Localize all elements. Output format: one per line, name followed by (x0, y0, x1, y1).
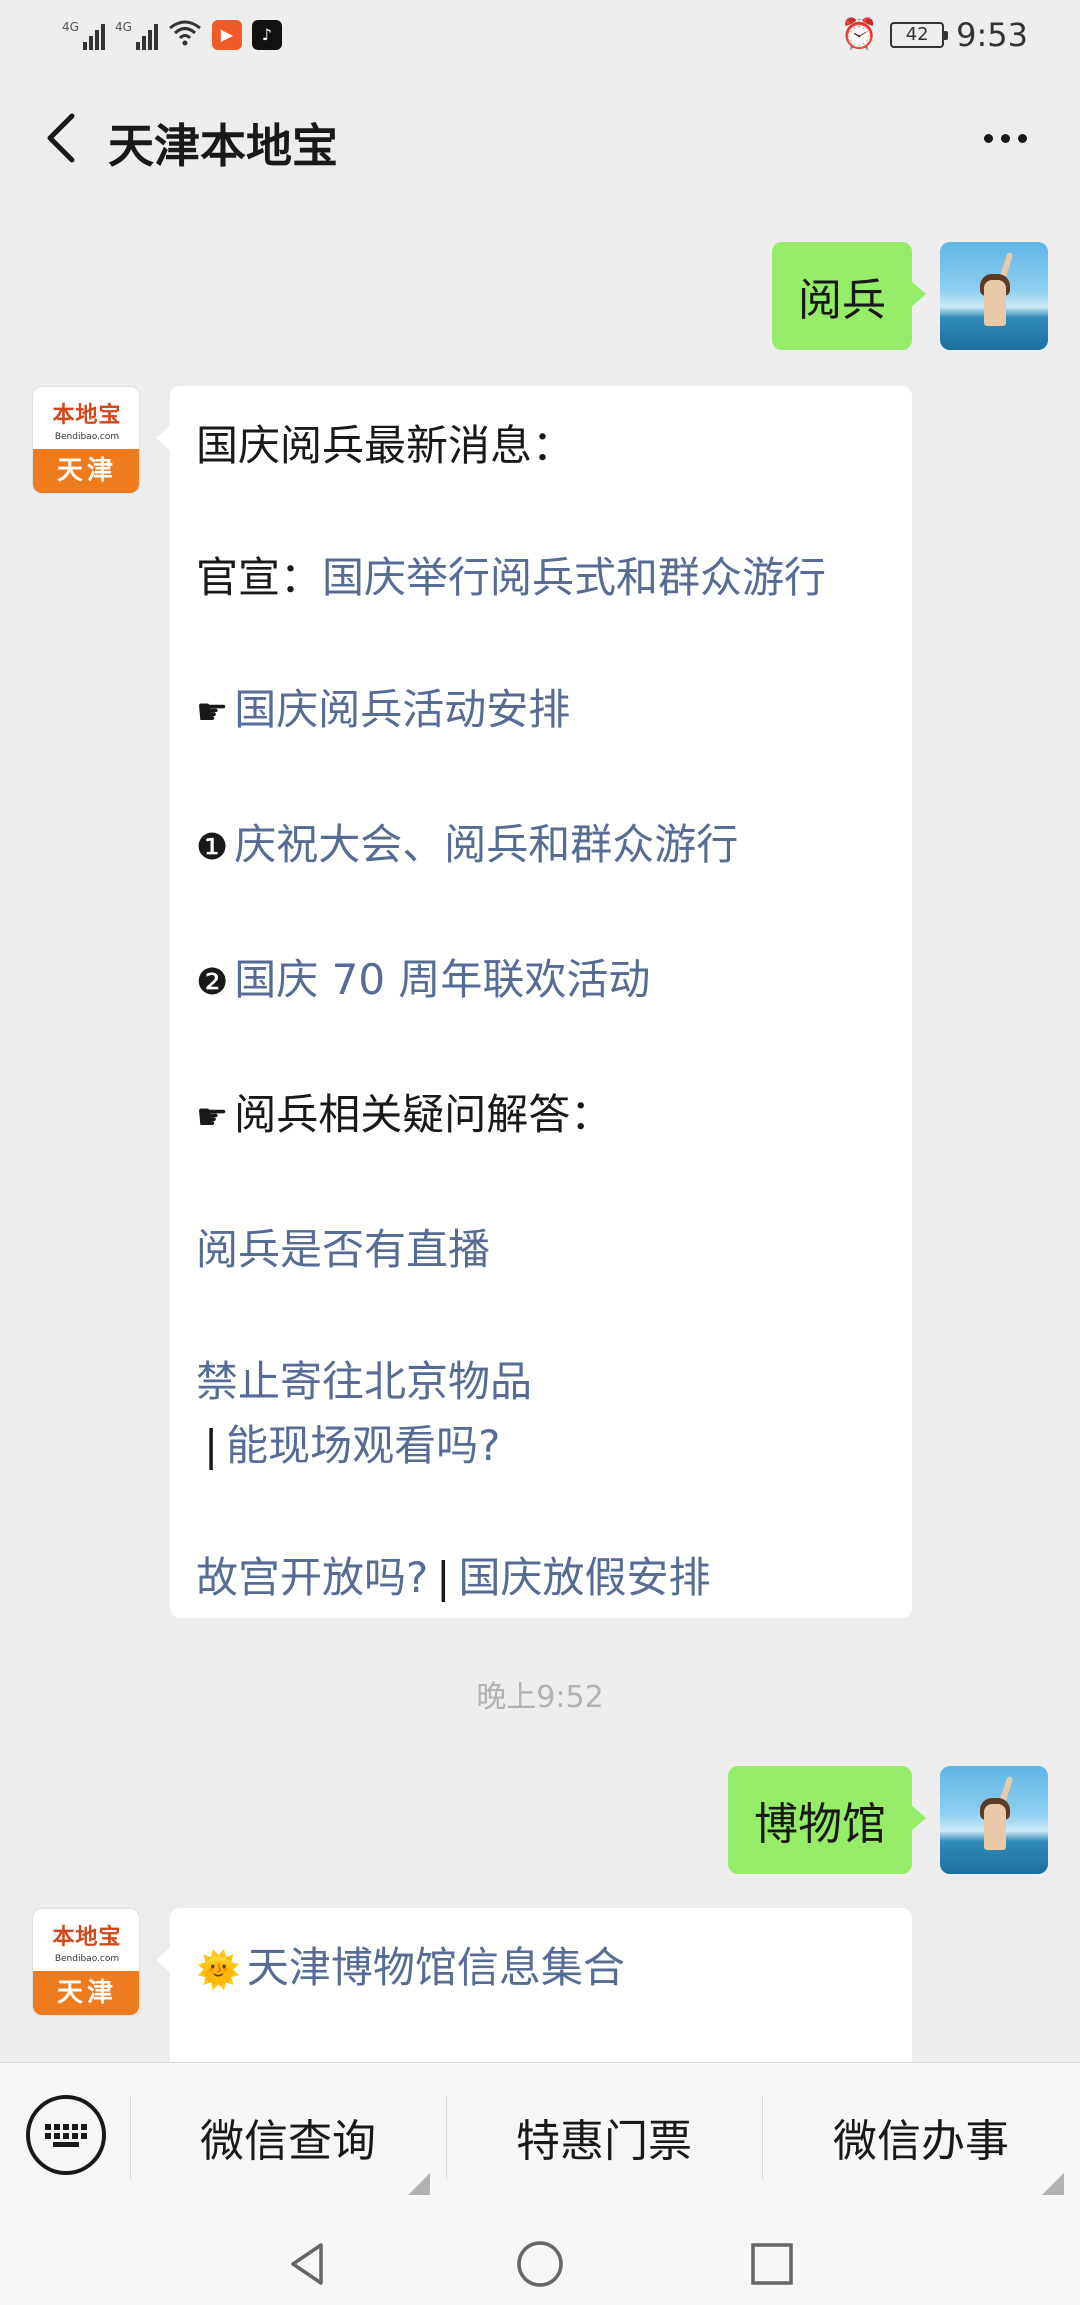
submenu-indicator-icon (1042, 2173, 1064, 2195)
chevron-left-icon (47, 113, 75, 163)
user-avatar[interactable] (940, 1766, 1048, 1874)
message-text: 阅兵 (798, 275, 886, 326)
menu-item-label: 微信查询 (200, 2116, 376, 2167)
message-text: 博物馆 (754, 1799, 886, 1850)
logo-name: 本地宝 (52, 403, 122, 428)
pointing-hand-icon: ☛ (196, 692, 229, 733)
logo-city: 天津 (33, 1971, 139, 2015)
system-nav-bar (0, 2210, 1080, 2305)
bottom-menu: 微信查询 特惠门票 微信办事 (0, 2062, 1080, 2210)
pointing-hand-icon: ☛ (196, 1097, 229, 1138)
sun-icon: 🌞 (196, 1950, 241, 1991)
title-bar: 天津本地宝 (0, 72, 1080, 204)
status-right: ⏰ 42 9:53 (841, 16, 1028, 54)
item1-link[interactable]: 庆祝大会、阅兵和群众游行 (234, 820, 738, 869)
bot-avatar[interactable]: 本地宝 Bendibao.com 天津 (32, 386, 140, 494)
message-title: 国庆阅兵最新消息： (196, 421, 575, 470)
chat-title: 天津本地宝 (108, 119, 338, 173)
signal-icon: 4G (115, 20, 158, 50)
logo-url: Bendibao.com (54, 432, 120, 442)
back-button[interactable] (30, 108, 90, 168)
more-dots-icon (983, 133, 993, 143)
keyboard-icon (45, 2123, 87, 2147)
menu-item-label: 微信办事 (833, 2116, 1009, 2167)
museum-title-line: 🌞 天津博物馆信息集合 (196, 1936, 886, 2003)
faq2-link[interactable]: 禁止寄往北京物品 (196, 1357, 532, 1406)
video-app-icon: ▶ (211, 19, 242, 50)
museum-info-link[interactable]: 天津博物馆信息集合 (247, 1943, 625, 1992)
nav-recents-button[interactable] (742, 2234, 802, 2294)
faq1-line: 阅兵是否有直播 (196, 1218, 886, 1282)
faq4-line: 故宫开放吗? | 国庆放假安排 (196, 1546, 886, 1610)
item2-link[interactable]: 国庆 70 周年联欢活动 (234, 955, 650, 1004)
number-one-icon: ❶ (196, 827, 229, 868)
faq4-link[interactable]: 故宫开放吗? (196, 1553, 428, 1602)
official-prefix: 官宣： (196, 553, 323, 602)
arrangement-line: ☛ 国庆阅兵活动安排 (196, 678, 886, 745)
faq3-line: | 能现场观看吗? (196, 1414, 886, 1478)
menu-item-wechat-query[interactable]: 微信查询 (130, 2063, 446, 2211)
wifi-icon (168, 18, 202, 51)
tiktok-icon: ♪ (251, 19, 282, 50)
user-avatar[interactable] (940, 242, 1048, 350)
item1-line: ❶ 庆祝大会、阅兵和群众游行 (196, 813, 886, 880)
network-type-label: 4G (114, 19, 132, 34)
bot-message-bubble: 🌞 天津博物馆信息集合 (156, 1908, 912, 2062)
battery-icon: 42 (890, 22, 949, 48)
nav-back-button[interactable] (278, 2234, 338, 2294)
logo-url: Bendibao.com (54, 1954, 120, 1964)
network-type-label: 4G (62, 19, 79, 34)
user-message-bubble[interactable]: 阅兵 (772, 242, 926, 350)
faq1-link[interactable]: 阅兵是否有直播 (196, 1225, 490, 1274)
submenu-indicator-icon (408, 2173, 430, 2195)
number-two-icon: ❷ (196, 962, 229, 1003)
faq-heading: 阅兵相关疑问解答： (234, 1090, 613, 1139)
menu-item-wechat-services[interactable]: 微信办事 (762, 2063, 1080, 2211)
message-timestamp: 晚上9:52 (476, 1680, 604, 1715)
alarm-icon: ⏰ (840, 17, 879, 52)
home-circle-icon (517, 2241, 563, 2287)
faq5-link[interactable]: 国庆放假安排 (458, 1553, 710, 1602)
arrangement-link[interactable]: 国庆阅兵活动安排 (234, 685, 570, 734)
logo-name: 本地宝 (52, 1925, 122, 1950)
signal-icon: 4G (62, 20, 105, 50)
bot-message-bubble: 国庆阅兵最新消息： 官宣：国庆举行阅兵式和群众游行 ☛ 国庆阅兵活动安排 ❶ 庆祝大… (156, 386, 912, 1618)
bot-avatar[interactable]: 本地宝 Bendibao.com 天津 (32, 1908, 140, 2016)
menu-item-discount-tickets[interactable]: 特惠门票 (446, 2063, 762, 2211)
logo-city: 天津 (33, 449, 139, 493)
official-line: 官宣：国庆举行阅兵式和群众游行 (196, 546, 886, 610)
back-triangle-icon (291, 2243, 323, 2285)
official-link[interactable]: 国庆举行阅兵式和群众游行 (322, 553, 826, 602)
nav-home-button[interactable] (510, 2234, 570, 2294)
keyboard-button[interactable] (26, 2095, 106, 2175)
more-button[interactable] (970, 108, 1040, 168)
item2-line: ❷ 国庆 70 周年联欢活动 (196, 948, 886, 1015)
recents-square-icon (751, 2243, 793, 2285)
user-message-bubble[interactable]: 博物馆 (728, 1766, 926, 1874)
chat-area[interactable]: 阅兵 本地宝 Bendibao.com 天津 国庆阅兵最新消息： 官宣：国庆举行… (0, 204, 1080, 2062)
status-left: 4G 4G ▶ ♪ (62, 18, 282, 51)
separator: | (204, 1421, 219, 1470)
separator: | (436, 1553, 451, 1602)
status-bar: 4G 4G ▶ ♪ ⏰ 42 9:53 (0, 0, 1080, 72)
status-time: 9:53 (956, 16, 1028, 54)
faq3-link[interactable]: 能现场观看吗? (226, 1421, 500, 1470)
menu-item-label: 特惠门票 (516, 2116, 692, 2167)
faq2-line: 禁止寄往北京物品 (196, 1350, 886, 1414)
faq-heading-line: ☛ 阅兵相关疑问解答： (196, 1083, 886, 1150)
